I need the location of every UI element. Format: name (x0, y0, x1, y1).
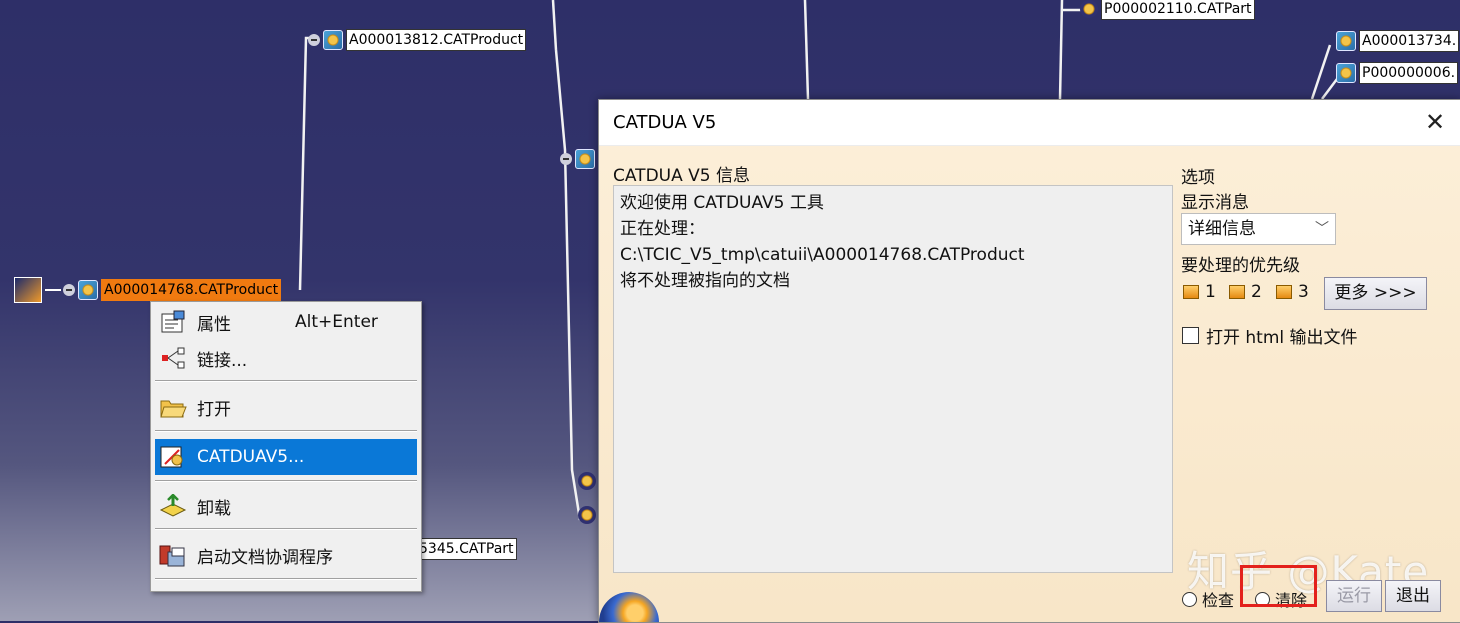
tree-node[interactable]: 5345.CATPart (416, 538, 517, 560)
options-label: 选项 (1181, 168, 1215, 188)
info-label: CATDUA V5 信息 (613, 166, 750, 186)
dialog-titlebar[interactable]: CATDUA V5 ✕ (599, 100, 1460, 146)
menu-item-unload[interactable]: 卸载 (155, 488, 417, 524)
priority-flag-icon (1276, 285, 1292, 299)
tree-node[interactable]: P000002110.CATPart (1080, 0, 1255, 20)
menu-item-label: CATDUAV5... (197, 447, 305, 467)
html-output-checkbox[interactable]: 打开 html 输出文件 (1182, 323, 1358, 348)
part-icon (1080, 0, 1098, 18)
dialog-title: CATDUA V5 (613, 112, 717, 133)
tree-node[interactable] (560, 148, 598, 170)
collapse-icon[interactable] (63, 284, 75, 296)
unload-icon (157, 492, 189, 520)
info-line: 正在处理： (620, 219, 705, 239)
collapse-icon[interactable] (308, 34, 320, 46)
tree-node-label: P000000006. (1359, 62, 1459, 84)
info-line: 欢迎使用 CATDUAV5 工具 (620, 193, 824, 213)
menu-separator (155, 430, 417, 432)
tree-node[interactable] (578, 470, 599, 492)
menu-separator (155, 480, 417, 482)
priority-value: 1 (1205, 282, 1216, 302)
tree-node-label: A000013812.CATProduct (346, 29, 527, 51)
highlight-annotation-box (1240, 565, 1317, 607)
folder-open-icon (157, 393, 189, 421)
menu-item-document-coordinator[interactable]: 启动文档协调程序 (155, 537, 417, 573)
menu-separator (155, 578, 417, 580)
product-icon (1336, 31, 1356, 51)
menu-separator (155, 528, 417, 530)
menu-item-shortcut: Alt+Enter (295, 312, 378, 332)
checkbox-label: 打开 html 输出文件 (1206, 328, 1358, 348)
collapse-icon[interactable] (560, 153, 572, 165)
part-icon (578, 506, 596, 524)
menu-item-label: 打开 (197, 399, 231, 420)
tree-node-selected[interactable]: A000014768.CATProduct (14, 277, 282, 303)
menu-item-open[interactable]: 打开 (155, 389, 417, 425)
catduav5-icon (157, 443, 189, 471)
part-icon (578, 472, 596, 490)
menu-item-label: 属性 (197, 314, 231, 335)
menu-item-properties[interactable]: 属性 Alt+Enter (155, 304, 417, 340)
tree-node-label: A000013734. (1359, 30, 1460, 52)
tree-node-label: A000014768.CATProduct (101, 279, 282, 301)
menu-item-label: 链接... (197, 350, 248, 371)
menu-item-links[interactable]: 链接... (155, 340, 417, 376)
priority-3-toggle[interactable]: 3 (1276, 282, 1309, 302)
product-icon (575, 149, 595, 169)
tree-branch-line (45, 289, 61, 291)
menu-item-catduav5[interactable]: CATDUAV5... (155, 439, 417, 475)
context-menu: 属性 Alt+Enter 链接... 打开 CATDUAV5... 卸载 启动文… (150, 301, 422, 592)
globe-icon (599, 592, 659, 622)
more-button[interactable]: 更多 >>> (1324, 277, 1427, 310)
checkbox-box[interactable] (1182, 327, 1199, 344)
menu-item-label: 启动文档协调程序 (197, 547, 333, 568)
priority-value: 3 (1298, 282, 1309, 302)
product-root-icon (14, 277, 42, 303)
document-coordinator-icon (157, 541, 189, 569)
radio-circle[interactable] (1182, 591, 1197, 607)
product-icon (323, 30, 343, 50)
catdua-dialog: CATDUA V5 ✕ CATDUA V5 信息 欢迎使用 CATDUAV5 工… (598, 99, 1460, 623)
show-messages-select[interactable]: 详细信息 ﹀ (1181, 213, 1336, 245)
chevron-down-icon: ﹀ (1315, 221, 1329, 237)
exit-button[interactable]: 退出 (1385, 580, 1441, 612)
info-line: C:\TCIC_V5_tmp\catuii\A000014768.CATProd… (620, 245, 1025, 265)
run-button[interactable]: 运行 (1326, 580, 1382, 612)
info-line: 将不处理被指向的文档 (620, 271, 790, 291)
tree-node-label: P000002110.CATPart (1101, 0, 1255, 20)
close-icon[interactable]: ✕ (1422, 109, 1448, 135)
show-messages-label: 显示消息 (1181, 193, 1249, 213)
product-icon (1336, 63, 1356, 83)
priority-label: 要处理的优先级 (1181, 256, 1300, 276)
menu-separator (155, 380, 417, 382)
info-message-box[interactable]: 欢迎使用 CATDUAV5 工具 正在处理： C:\TCIC_V5_tmp\ca… (613, 185, 1173, 573)
links-icon (157, 344, 189, 372)
tree-node[interactable]: P000000006. (1336, 62, 1459, 84)
radio-check[interactable]: 检查 (1182, 587, 1234, 611)
priority-flag-icon (1229, 285, 1245, 299)
tree-node[interactable] (578, 504, 599, 526)
priority-2-toggle[interactable]: 2 (1229, 282, 1262, 302)
properties-icon (157, 308, 189, 336)
tree-node[interactable]: A000013812.CATProduct (308, 29, 527, 51)
radio-label: 检查 (1202, 591, 1235, 610)
priority-1-toggle[interactable]: 1 (1183, 282, 1216, 302)
tree-node[interactable]: A000013734. (1336, 30, 1460, 52)
priority-value: 2 (1251, 282, 1262, 302)
priority-flag-icon (1183, 285, 1199, 299)
select-value: 详细信息 (1188, 219, 1256, 239)
product-icon (78, 280, 98, 300)
menu-item-label: 卸载 (197, 498, 231, 519)
tree-node-label: 5345.CATPart (416, 538, 517, 560)
